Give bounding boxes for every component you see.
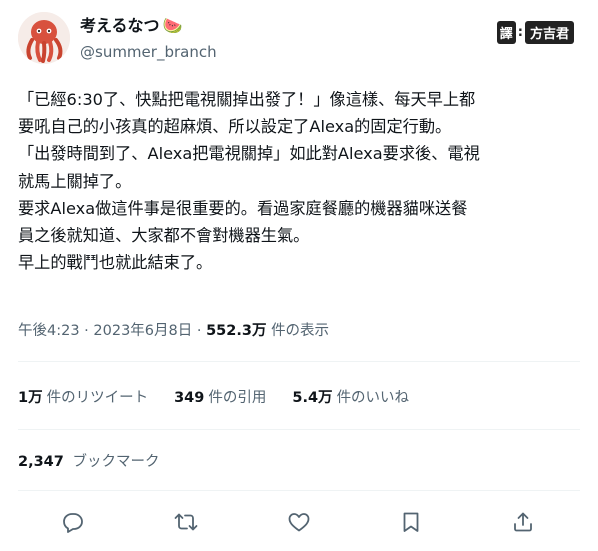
bookmark-icon	[403, 512, 419, 532]
tweet-line: 「已經6:30了、快點把電視關掉出發了！」像這樣、每天早上都	[18, 90, 476, 109]
meta-separator: ·	[84, 323, 89, 339]
view-count: 552.3万	[206, 323, 267, 339]
bookmark-stat[interactable]: 2,347 ブックマーク	[18, 450, 159, 474]
view-label: 件の表示	[271, 323, 330, 339]
avatar[interactable]	[18, 12, 70, 64]
divider	[18, 490, 580, 491]
tweet-time[interactable]: 午後4:23	[18, 323, 80, 339]
tweet-date[interactable]: 2023年6月8日	[93, 323, 192, 339]
user-handle[interactable]: @summer_branch	[80, 41, 217, 63]
bookmark-count: 2,347	[18, 454, 64, 470]
watermelon-emoji-icon: 🍉	[162, 16, 183, 35]
like-button[interactable]	[282, 505, 316, 539]
retweet-stat[interactable]: 1万 件のリツイート	[18, 386, 148, 410]
share-button[interactable]	[506, 505, 540, 539]
like-label: 件のいいね	[336, 390, 410, 406]
quote-stat[interactable]: 349 件の引用	[174, 386, 266, 410]
retweet-button[interactable]	[169, 505, 203, 539]
tweet-line: 要求Alexa做這件事是很重要的。看過家庭餐廳的機器貓咪送餐	[18, 198, 468, 218]
retweet-count: 1万	[18, 390, 43, 406]
retweet-icon	[174, 513, 198, 531]
quote-count: 349	[174, 390, 205, 406]
tweet-meta: 午後4:23 · 2023年6月8日 · 552.3万 件の表示	[18, 320, 329, 342]
action-bar	[56, 505, 556, 539]
tweet-line: 員之後就知道、大家都不會對機器生氣。	[18, 226, 310, 246]
display-name[interactable]: 考えるなつ 🍉	[80, 16, 217, 36]
reply-icon	[63, 513, 83, 533]
engagement-stats: 1万 件のリツイート 349 件の引用 5.4万 件のいいね	[18, 386, 409, 410]
divider	[18, 429, 580, 430]
translator-name: 方吉君	[524, 21, 574, 44]
tweet-header: 考えるなつ 🍉 @summer_branch 譯 : 方吉君	[18, 12, 580, 72]
octopus-avatar-image	[18, 12, 70, 64]
tweet-line: 「出發時間到了、Alexa把電視關掉」如此對Alexa要求後、電視	[18, 144, 480, 164]
badge-separator: :	[517, 25, 523, 40]
bookmark-button[interactable]	[394, 505, 428, 539]
tweet-text: 「已經6:30了、快點把電視關掉出發了！」像這樣、每天早上都 要吼自己的小孩真的超…	[18, 86, 584, 276]
like-count: 5.4万	[292, 390, 333, 406]
like-icon	[288, 513, 310, 532]
divider	[18, 361, 580, 362]
quote-label: 件の引用	[208, 390, 267, 406]
meta-separator: ·	[196, 323, 202, 339]
retweet-label: 件のリツイート	[46, 390, 149, 406]
display-name-text: 考えるなつ	[80, 16, 160, 35]
tweet-line: 就馬上關掉了。	[18, 171, 132, 191]
share-icon	[514, 512, 532, 532]
bookmark-label: ブックマーク	[72, 454, 160, 470]
translator-badge: 譯 : 方吉君	[496, 21, 574, 44]
tweet-line: 要吼自己的小孩真的超麻煩、所以設定了Alexa的固定行動。	[18, 117, 452, 137]
like-stat[interactable]: 5.4万 件のいいね	[292, 386, 409, 410]
translation-mark: 譯	[496, 21, 516, 44]
reply-button[interactable]	[56, 505, 90, 539]
tweet-line: 早上的戰鬥也就此結束了。	[18, 253, 213, 273]
